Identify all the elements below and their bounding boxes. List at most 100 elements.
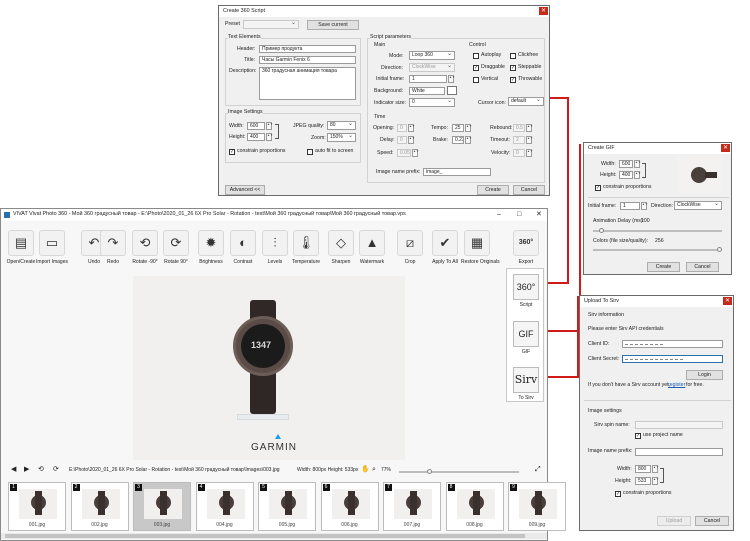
width-input[interactable]: 600 xyxy=(247,122,265,130)
fullscreen-icon[interactable]: ⤢ xyxy=(535,466,541,473)
tool-apply-to-all[interactable]: ✔ Apply To All xyxy=(429,230,461,274)
tool-redo[interactable]: ↷ Redo xyxy=(97,230,129,274)
gif-colors-slider[interactable] xyxy=(593,247,722,252)
thumbnail-item[interactable]: 8 008.jpg xyxy=(445,482,504,531)
tool-restore-originals[interactable]: ▦ Restore Originals xyxy=(461,230,500,274)
mode-select[interactable]: Loop 360 xyxy=(409,51,455,60)
spin-name-input[interactable] xyxy=(635,421,723,429)
direction-select[interactable]: ClockWise xyxy=(409,63,455,72)
prev-frame-icon[interactable]: ◀ xyxy=(11,466,16,473)
gif-constrain-checkbox[interactable]: ✓ xyxy=(595,185,601,191)
upload-button[interactable]: Upload xyxy=(657,516,691,526)
vertical-checkbox[interactable] xyxy=(473,77,479,83)
clickfree-checkbox[interactable] xyxy=(510,53,516,59)
sirv-close-button[interactable]: ✕ xyxy=(723,297,732,305)
rotate-left-icon[interactable]: ⟲ xyxy=(38,466,44,473)
create-button[interactable]: Create xyxy=(477,185,509,195)
tempo-input[interactable]: 25 xyxy=(452,124,464,132)
tool-rotate-90-[interactable]: ⟳ Rotate 90° xyxy=(160,230,192,274)
gif-colors-knob[interactable] xyxy=(717,247,722,252)
thumb-scrollbar[interactable] xyxy=(1,533,547,539)
height-input[interactable]: 400 xyxy=(247,133,265,141)
gif-delay-knob[interactable] xyxy=(599,228,605,233)
gif-height-stepper[interactable]: ▲▼ xyxy=(634,171,641,179)
tool-watermark[interactable]: ▲ Watermark xyxy=(356,230,388,274)
play-icon[interactable]: ▶ xyxy=(24,466,29,473)
rebound-input[interactable]: 0.5 xyxy=(513,124,525,132)
gif-create-button[interactable]: Create xyxy=(647,262,680,272)
width-stepper[interactable]: ▲▼ xyxy=(266,122,273,130)
initial-frame-stepper[interactable]: ▲▼ xyxy=(448,75,455,83)
gif-direction-select[interactable]: ClockWise xyxy=(674,201,722,210)
tool-open-create[interactable]: ▤ Open/Create xyxy=(5,230,37,274)
prefix-input[interactable]: image_ xyxy=(423,168,491,176)
opening-stepper[interactable]: ▲▼ xyxy=(408,124,415,132)
zoom-search-icon[interactable]: ⌕ xyxy=(372,466,376,473)
thumbnail-item[interactable]: 5 005.jpg xyxy=(258,482,316,531)
tool-levels[interactable]: ⫶ Levels xyxy=(259,230,291,274)
sirv-constrain-checkbox[interactable]: ✓ xyxy=(615,491,621,497)
gif-close-button[interactable]: ✕ xyxy=(721,144,730,152)
constrain-checkbox[interactable]: ✓ xyxy=(229,149,235,155)
brake-input[interactable]: 0.23 xyxy=(452,136,464,144)
background-color-swatch[interactable] xyxy=(447,86,457,95)
gif-initial-input[interactable]: 1 xyxy=(620,202,640,210)
gif-width-stepper[interactable]: ▲▼ xyxy=(634,160,641,168)
sirv-prefix-input[interactable] xyxy=(635,448,723,456)
rebound-stepper[interactable]: ▲▼ xyxy=(526,124,533,132)
opening-input[interactable]: 0 xyxy=(397,124,407,132)
gif-initial-stepper[interactable]: ▲▼ xyxy=(641,202,648,210)
autofit-checkbox[interactable] xyxy=(307,149,313,155)
export-to-sirv-button[interactable]: Sirv To Sirv xyxy=(510,367,542,401)
delay-input[interactable]: 0 xyxy=(397,136,407,144)
client-id-input[interactable] xyxy=(622,340,723,348)
speed-input[interactable]: 0.05 xyxy=(397,149,411,157)
header-input[interactable]: Пример продукта xyxy=(259,45,356,53)
timeout-input[interactable]: 2 xyxy=(513,136,525,144)
advanced-button[interactable]: Advanced << xyxy=(225,185,265,195)
preset-select[interactable] xyxy=(243,20,299,29)
speed-stepper[interactable]: ▲▼ xyxy=(412,149,419,157)
register-link[interactable]: register xyxy=(668,382,685,389)
tool-brightness[interactable]: ✹ Brightness xyxy=(195,230,227,274)
sirv-width-stepper[interactable]: ▲▼ xyxy=(652,465,659,473)
brake-stepper[interactable]: ▲▼ xyxy=(465,136,472,144)
gif-width-input[interactable]: 600 xyxy=(619,160,633,168)
height-stepper[interactable]: ▲▼ xyxy=(266,133,273,141)
description-input[interactable]: 360 градусная анимация товара xyxy=(259,67,356,100)
thumbnail-item[interactable]: 4 004.jpg xyxy=(195,482,254,531)
throwable-checkbox[interactable]: ✓ xyxy=(510,77,516,83)
export-script-button[interactable]: 360° Script xyxy=(510,274,542,308)
create360-close-button[interactable]: ✕ xyxy=(539,7,548,15)
tool-rotate-90-[interactable]: ⟲ Rotate -90° xyxy=(129,230,161,274)
login-button[interactable]: Login xyxy=(686,370,723,380)
close-window-button[interactable]: ✕ xyxy=(536,211,542,218)
save-current-button[interactable]: Save current xyxy=(307,20,359,30)
sirv-height-stepper[interactable]: ▲▼ xyxy=(652,477,659,485)
draggable-checkbox[interactable]: ✓ xyxy=(473,65,479,71)
tool-sharpen[interactable]: ◇ Sharpen xyxy=(325,230,357,274)
gif-delay-slider[interactable] xyxy=(593,228,722,233)
title-input[interactable]: Часы Garmin Fenix 6 xyxy=(259,56,356,64)
autoplay-checkbox[interactable] xyxy=(473,53,479,59)
maximize-button[interactable]: □ xyxy=(517,211,521,218)
thumbnail-item[interactable]: 7 007.jpg xyxy=(383,482,441,531)
sirv-height-input[interactable]: 533 xyxy=(635,477,651,485)
tool-contrast[interactable]: ◐ Contrast xyxy=(227,230,259,274)
velocity-input[interactable]: 0 xyxy=(513,149,525,157)
tempo-stepper[interactable]: ▲▼ xyxy=(465,124,472,132)
timeout-stepper[interactable]: ▲▼ xyxy=(526,136,533,144)
thumbnail-item[interactable]: 1 001.jpg xyxy=(8,482,66,531)
thumbnail-item[interactable]: 2 002.jpg xyxy=(70,482,129,531)
rotate-right-icon[interactable]: ⟳ xyxy=(53,466,59,473)
zoom-slider[interactable] xyxy=(399,469,519,474)
sirv-cancel-button[interactable]: Cancel xyxy=(695,516,729,526)
steppable-checkbox[interactable]: ✓ xyxy=(510,65,516,71)
tool-crop[interactable]: ⧄ Crop xyxy=(394,230,426,274)
zoom-select[interactable]: 150% xyxy=(327,133,356,142)
cancel-button[interactable]: Cancel xyxy=(513,185,545,195)
thumbnail-item[interactable]: 9 009.jpg xyxy=(508,482,566,531)
gif-height-input[interactable]: 400 xyxy=(619,171,633,179)
background-input[interactable]: White xyxy=(409,87,445,95)
delay-stepper[interactable]: ▲▼ xyxy=(408,136,415,144)
